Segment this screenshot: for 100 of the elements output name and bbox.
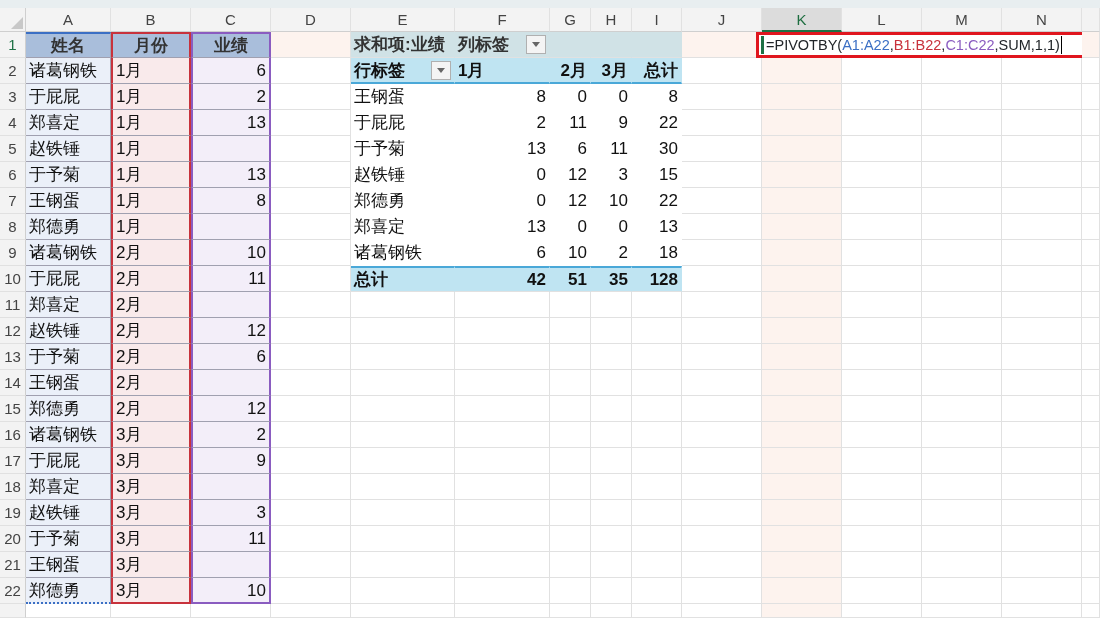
empty-cell — [1082, 292, 1100, 318]
row-header[interactable]: 22 — [0, 578, 26, 604]
empty-cell — [591, 526, 632, 552]
row-header[interactable]: 7 — [0, 188, 26, 214]
empty-cell — [1082, 448, 1100, 474]
column-header[interactable]: B — [111, 8, 191, 32]
row-header[interactable]: 15 — [0, 396, 26, 422]
table-cell: 于予菊 — [26, 526, 111, 552]
row-header[interactable]: 21 — [0, 552, 26, 578]
row-header[interactable]: 1 — [0, 32, 26, 58]
table-cell: 2月 — [550, 58, 591, 84]
row-header[interactable]: 18 — [0, 474, 26, 500]
row-header[interactable]: 16 — [0, 422, 26, 448]
table-cell: 8 — [191, 188, 271, 214]
empty-cell — [591, 448, 632, 474]
table-cell: 赵铁锤 — [26, 500, 111, 526]
table-cell: 于屁屁 — [26, 266, 111, 292]
column-header[interactable]: E — [351, 8, 455, 32]
table-cell: 3月 — [111, 578, 191, 604]
empty-cell — [632, 344, 682, 370]
table-cell: 于予菊 — [26, 162, 111, 188]
empty-cell — [550, 578, 591, 604]
table-cell: 月份 — [111, 32, 191, 58]
row-header[interactable]: 12 — [0, 318, 26, 344]
row-header[interactable]: 10 — [0, 266, 26, 292]
row-header[interactable]: 13 — [0, 344, 26, 370]
column-header[interactable]: I — [632, 8, 682, 32]
table-cell: 1月 — [111, 58, 191, 84]
empty-cell — [1082, 84, 1100, 110]
empty-cell — [591, 552, 632, 578]
row-header[interactable]: 14 — [0, 370, 26, 396]
row-header[interactable]: 4 — [0, 110, 26, 136]
table-cell: 3月 — [111, 448, 191, 474]
row-header[interactable]: 11 — [0, 292, 26, 318]
empty-cell — [591, 396, 632, 422]
table-cell: 11 — [191, 266, 271, 292]
empty-cell — [1082, 110, 1100, 136]
table-cell: 赵铁锤 — [26, 136, 111, 162]
table-cell: 2 — [191, 422, 271, 448]
empty-cell — [632, 370, 682, 396]
dropdown-button[interactable] — [431, 60, 451, 80]
empty-cell — [1082, 500, 1100, 526]
empty-cell — [632, 292, 682, 318]
column-header[interactable]: L — [842, 8, 922, 32]
empty-cell — [550, 500, 591, 526]
empty-cell — [591, 500, 632, 526]
text-cursor — [1060, 36, 1062, 54]
table-cell: 1月 — [111, 214, 191, 240]
table-cell: 2 — [191, 84, 271, 110]
empty-cell — [1082, 240, 1100, 266]
row-header[interactable]: 6 — [0, 162, 26, 188]
table-cell: 姓名 — [26, 32, 111, 58]
empty-cell — [1082, 344, 1100, 370]
row-header[interactable]: 20 — [0, 526, 26, 552]
empty-cell — [632, 448, 682, 474]
empty-cell — [550, 552, 591, 578]
table-cell: 3月 — [111, 526, 191, 552]
column-header[interactable]: J — [682, 8, 762, 32]
column-header[interactable]: D — [271, 8, 351, 32]
column-header[interactable]: A — [26, 8, 111, 32]
row-header[interactable]: 8 — [0, 214, 26, 240]
column-header[interactable]: H — [591, 8, 632, 32]
row-header[interactable]: 9 — [0, 240, 26, 266]
table-cell: 郑德勇 — [351, 188, 455, 214]
table-cell: 郑喜定 — [351, 214, 455, 240]
column-header[interactable]: F — [455, 8, 550, 32]
empty-cell — [550, 344, 591, 370]
table-cell: 郑德勇 — [26, 214, 111, 240]
table-cell-text: 行标签 — [354, 59, 405, 82]
table-cell: 于屁屁 — [351, 110, 455, 136]
column-header[interactable]: N — [1002, 8, 1082, 32]
column-header[interactable]: G — [550, 8, 591, 32]
table-cell: 13 — [191, 110, 271, 136]
table-cell: 8 — [455, 84, 550, 110]
column-header[interactable]: C — [191, 8, 271, 32]
table-cell: 2月 — [111, 318, 191, 344]
empty-cell — [591, 292, 632, 318]
table-cell: 0 — [550, 214, 591, 240]
empty-cell — [1082, 370, 1100, 396]
table-cell: 郑德勇 — [26, 578, 111, 604]
row-header[interactable]: 19 — [0, 500, 26, 526]
row-header[interactable]: 17 — [0, 448, 26, 474]
table-cell: 0 — [455, 188, 550, 214]
table-cell: 11 — [550, 110, 591, 136]
empty-cell — [1082, 552, 1100, 578]
table-cell: 13 — [632, 214, 682, 240]
row-header[interactable]: 3 — [0, 84, 26, 110]
column-header[interactable]: M — [922, 8, 1002, 32]
table-cell: 郑德勇 — [26, 396, 111, 422]
empty-cell — [632, 474, 682, 500]
dropdown-button[interactable] — [526, 35, 546, 54]
table-cell: 1月 — [111, 188, 191, 214]
table-cell: 2 — [455, 110, 550, 136]
table-cell: 2月 — [111, 292, 191, 318]
row-header[interactable]: 5 — [0, 136, 26, 162]
column-header[interactable]: K — [762, 8, 842, 32]
row-header[interactable]: 2 — [0, 58, 26, 84]
empty-cell — [550, 396, 591, 422]
table-cell: 求和项:业绩 — [351, 32, 455, 58]
formula-input[interactable]: =PIVOTBY(A1:A22,B1:B22,C1:C22,SUM,1,1) — [761, 36, 1062, 54]
